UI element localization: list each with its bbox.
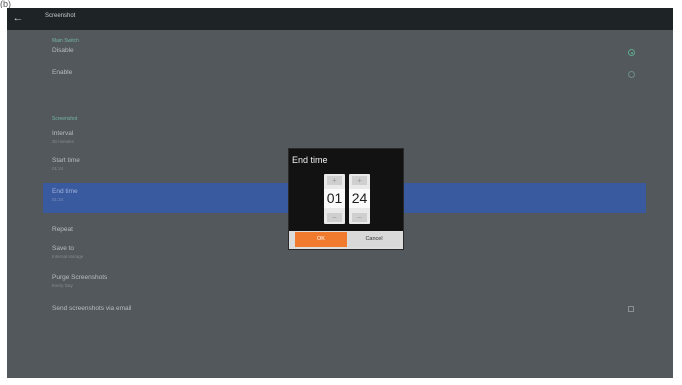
- hour-value[interactable]: 01: [324, 189, 345, 208]
- option-disable[interactable]: Disable: [7, 44, 673, 64]
- option-enable-label: Enable: [52, 69, 73, 76]
- arrow-left-icon[interactable]: ←: [12, 11, 24, 25]
- end-time-value: 01:24: [52, 197, 64, 202]
- start-time-value: 01:24: [52, 166, 64, 171]
- end-time-dialog: End time + 01 − + 24 − OK Cancel: [289, 149, 403, 249]
- radio-enable[interactable]: [628, 71, 635, 78]
- end-time-title: End time: [52, 188, 78, 195]
- dialog-button-bar: OK Cancel: [289, 231, 403, 249]
- interval-item[interactable]: Interval 30 minutes: [7, 127, 673, 147]
- start-time-title: Start time: [52, 157, 80, 164]
- purge-item[interactable]: Purge Screenshots Every Day: [7, 271, 673, 291]
- screenshot-header: Screenshot: [52, 116, 78, 122]
- device-screen: ← Screenshot Main Switch Disable Enable …: [7, 8, 673, 378]
- save-to-value: Internal storage: [52, 254, 84, 259]
- minute-picker[interactable]: + 24 −: [349, 174, 370, 224]
- send-email-item[interactable]: Send screenshots via email: [7, 302, 673, 322]
- purge-value: Every Day: [52, 283, 73, 288]
- hour-decrement-button[interactable]: −: [327, 213, 342, 222]
- interval-title: Interval: [52, 130, 74, 137]
- option-enable[interactable]: Enable: [7, 66, 673, 86]
- app-bar: ← Screenshot: [7, 8, 673, 30]
- app-bar-title: Screenshot: [45, 13, 76, 19]
- repeat-title: Repeat: [52, 226, 73, 233]
- cancel-button[interactable]: Cancel: [348, 232, 400, 247]
- hour-increment-button[interactable]: +: [327, 176, 342, 185]
- send-email-title: Send screenshots via email: [52, 305, 132, 312]
- radio-disable[interactable]: [628, 49, 635, 56]
- minute-increment-button[interactable]: +: [352, 176, 367, 185]
- save-to-title: Save to: [52, 245, 75, 252]
- send-email-checkbox[interactable]: [628, 306, 634, 312]
- hour-picker[interactable]: + 01 −: [324, 174, 345, 224]
- interval-value: 30 minutes: [52, 139, 75, 144]
- minute-decrement-button[interactable]: −: [352, 213, 367, 222]
- minute-value[interactable]: 24: [349, 189, 370, 208]
- ok-button[interactable]: OK: [295, 232, 347, 247]
- purge-title: Purge Screenshots: [52, 274, 108, 281]
- option-disable-label: Disable: [52, 47, 74, 54]
- figure-label: (b): [0, 0, 11, 8]
- dialog-title: End time: [292, 155, 328, 165]
